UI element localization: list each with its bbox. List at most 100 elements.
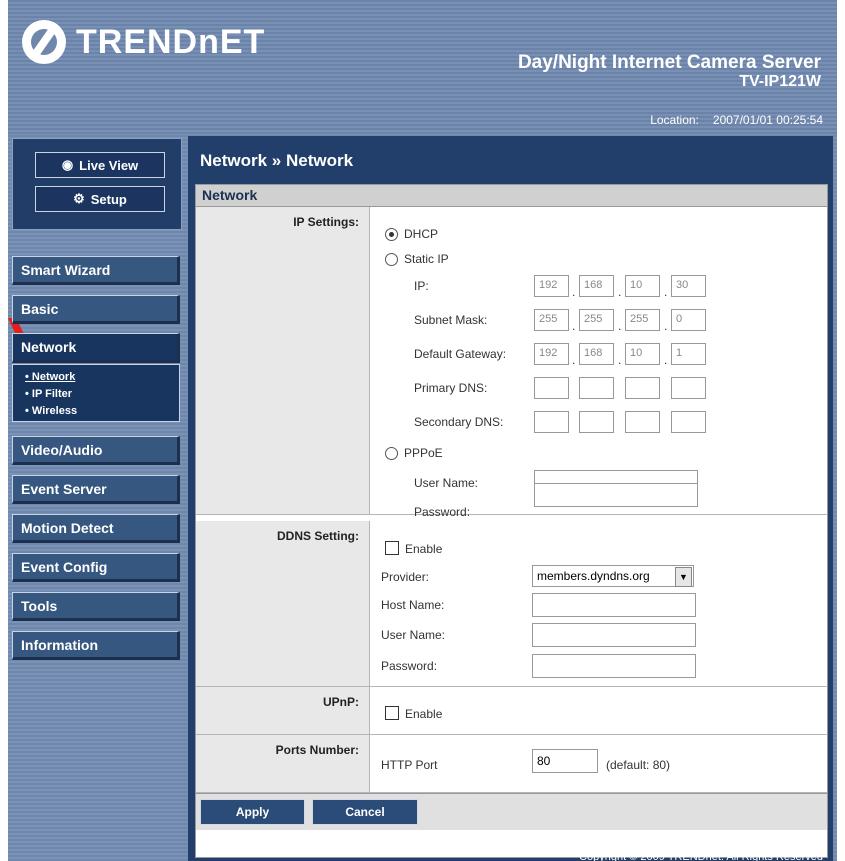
- upnp-label-cell: UPnP:: [196, 687, 370, 735]
- ddns-password-input[interactable]: [532, 654, 696, 678]
- apply-button[interactable]: Apply: [200, 799, 305, 825]
- app-frame: TRENDnET Day/Night Internet Camera Serve…: [8, 0, 837, 861]
- location-info: Location: 2007/01/01 00:25:54: [650, 113, 823, 127]
- http-port-input[interactable]: 80: [532, 749, 598, 773]
- gateway-octet-4[interactable]: 1: [671, 343, 706, 365]
- copyright-text: Copyright © 2009 TRENDnet. All Rights Re…: [579, 851, 823, 861]
- subnet-octet-3[interactable]: 255: [625, 309, 660, 331]
- ip-label: IP:: [414, 279, 429, 293]
- upnp-enable-checkbox[interactable]: [385, 706, 399, 720]
- ddns-host-label: Host Name:: [381, 598, 445, 612]
- ports-cell: HTTP Port 80 (default: 80): [370, 735, 827, 793]
- primary-dns-octet-1[interactable]: [534, 377, 569, 399]
- dot: .: [572, 353, 576, 367]
- ddns-enable-label: Enable: [405, 542, 443, 556]
- setup-label: Setup: [90, 191, 127, 207]
- dot: .: [572, 319, 576, 333]
- subnav-network[interactable]: • Network: [25, 371, 75, 383]
- nav-smart-wizard[interactable]: Smart Wizard: [12, 256, 180, 285]
- ddns-provider-label: Provider:: [381, 570, 430, 584]
- http-port-label: HTTP Port: [381, 758, 438, 772]
- ports-label: Ports Number:: [275, 743, 359, 757]
- nav-event-config[interactable]: Event Config: [12, 553, 180, 582]
- logo-icon: [22, 20, 66, 64]
- ddns-label: DDNS Setting:: [277, 529, 359, 543]
- gateway-octet-3[interactable]: 10: [625, 343, 660, 365]
- nav-information[interactable]: Information: [12, 631, 180, 660]
- product-title: Day/Night Internet Camera Server: [517, 52, 821, 73]
- sidebar-top-panel: ◉ Live View ⚙ Setup: [12, 138, 182, 230]
- subnet-octet-1[interactable]: 255: [534, 309, 569, 331]
- nav-video-audio[interactable]: Video/Audio: [12, 436, 180, 465]
- ddns-host-input[interactable]: [532, 593, 696, 617]
- ddns-provider-select[interactable]: members.dyndns.org ▼: [532, 565, 694, 587]
- main-panel: Network » Network Network IP Settings: D…: [188, 136, 833, 861]
- dhcp-radio[interactable]: [385, 228, 398, 241]
- ip-octet-1[interactable]: 192: [534, 275, 569, 297]
- secondary-dns-octet-1[interactable]: [534, 411, 569, 433]
- chevron-down-icon: ▼: [675, 567, 692, 587]
- ip-settings-cell: DHCP Static IP IP: 192 . 168 . 10 . 30 S…: [370, 207, 827, 519]
- ddns-provider-value: members.dyndns.org: [537, 569, 650, 583]
- nav-network[interactable]: Network: [12, 333, 180, 363]
- ddns-user-label: User Name:: [381, 628, 446, 642]
- primary-dns-octet-3[interactable]: [625, 377, 660, 399]
- setup-button[interactable]: ⚙ Setup: [35, 186, 165, 212]
- secondary-dns-octet-3[interactable]: [625, 411, 660, 433]
- nav-event-server[interactable]: Event Server: [12, 475, 180, 504]
- cancel-button[interactable]: Cancel: [312, 799, 418, 825]
- ip-settings-label: IP Settings:: [293, 215, 359, 229]
- secondary-dns-label: Secondary DNS:: [414, 415, 504, 429]
- page-title: Network » Network: [200, 151, 354, 170]
- pppoe-password-input[interactable]: [534, 483, 698, 507]
- primary-dns-octet-4[interactable]: [671, 377, 706, 399]
- subnet-octet-2[interactable]: 255: [579, 309, 614, 331]
- nav-tools[interactable]: Tools: [12, 592, 180, 621]
- dot: .: [572, 285, 576, 299]
- ip-octet-3[interactable]: 10: [625, 275, 660, 297]
- logo-text: TRENDnET: [76, 22, 266, 61]
- primary-dns-octet-2[interactable]: [579, 377, 614, 399]
- ddns-enable-checkbox[interactable]: [385, 541, 399, 555]
- pppoe-radio[interactable]: [385, 447, 398, 460]
- ddns-cell: Enable Provider: members.dyndns.org ▼ Ho…: [370, 521, 827, 687]
- section-title: Network: [202, 187, 258, 203]
- dot: .: [618, 285, 622, 299]
- subnav-wireless[interactable]: • Wireless: [25, 405, 77, 417]
- gateway-label: Default Gateway:: [414, 347, 507, 361]
- pppoe-password-label: Password:: [414, 505, 471, 519]
- content-area: Network IP Settings: DHCP Static IP IP: …: [195, 184, 828, 858]
- location-label: Location:: [650, 113, 699, 127]
- trendnet-logo: TRENDnET: [22, 20, 265, 64]
- nav-basic[interactable]: Basic: [12, 295, 180, 324]
- section-header: Network: [196, 185, 827, 207]
- subnav-ip-filter[interactable]: • IP Filter: [25, 388, 72, 400]
- static-ip-label: Static IP: [404, 252, 449, 266]
- product-model: TV-IP121W: [739, 73, 821, 90]
- ddns-user-input[interactable]: [532, 623, 696, 647]
- upnp-cell: Enable: [370, 687, 827, 735]
- dot: .: [664, 353, 668, 367]
- ddns-password-label: Password:: [381, 659, 438, 673]
- dot: .: [618, 353, 622, 367]
- action-bar: Apply Cancel: [196, 793, 827, 830]
- ip-octet-4[interactable]: 30: [671, 275, 706, 297]
- ddns-label-cell: DDNS Setting:: [196, 521, 370, 687]
- network-submenu: • Network • IP Filter • Wireless: [12, 364, 180, 422]
- ip-settings-label-cell: IP Settings:: [196, 207, 370, 515]
- static-ip-radio[interactable]: [385, 253, 398, 266]
- secondary-dns-octet-4[interactable]: [671, 411, 706, 433]
- subnet-octet-4[interactable]: 0: [671, 309, 706, 331]
- pppoe-user-label: User Name:: [414, 476, 479, 490]
- primary-dns-label: Primary DNS:: [414, 381, 488, 395]
- live-view-button[interactable]: ◉ Live View: [35, 152, 165, 178]
- ip-octet-2[interactable]: 168: [579, 275, 614, 297]
- gateway-octet-1[interactable]: 192: [534, 343, 569, 365]
- nav-motion-detect[interactable]: Motion Detect: [12, 514, 180, 543]
- gateway-octet-2[interactable]: 168: [579, 343, 614, 365]
- dot: .: [618, 319, 622, 333]
- dot: .: [664, 319, 668, 333]
- secondary-dns-octet-2[interactable]: [579, 411, 614, 433]
- ports-label-cell: Ports Number:: [196, 735, 370, 793]
- live-view-label: Live View: [79, 157, 139, 173]
